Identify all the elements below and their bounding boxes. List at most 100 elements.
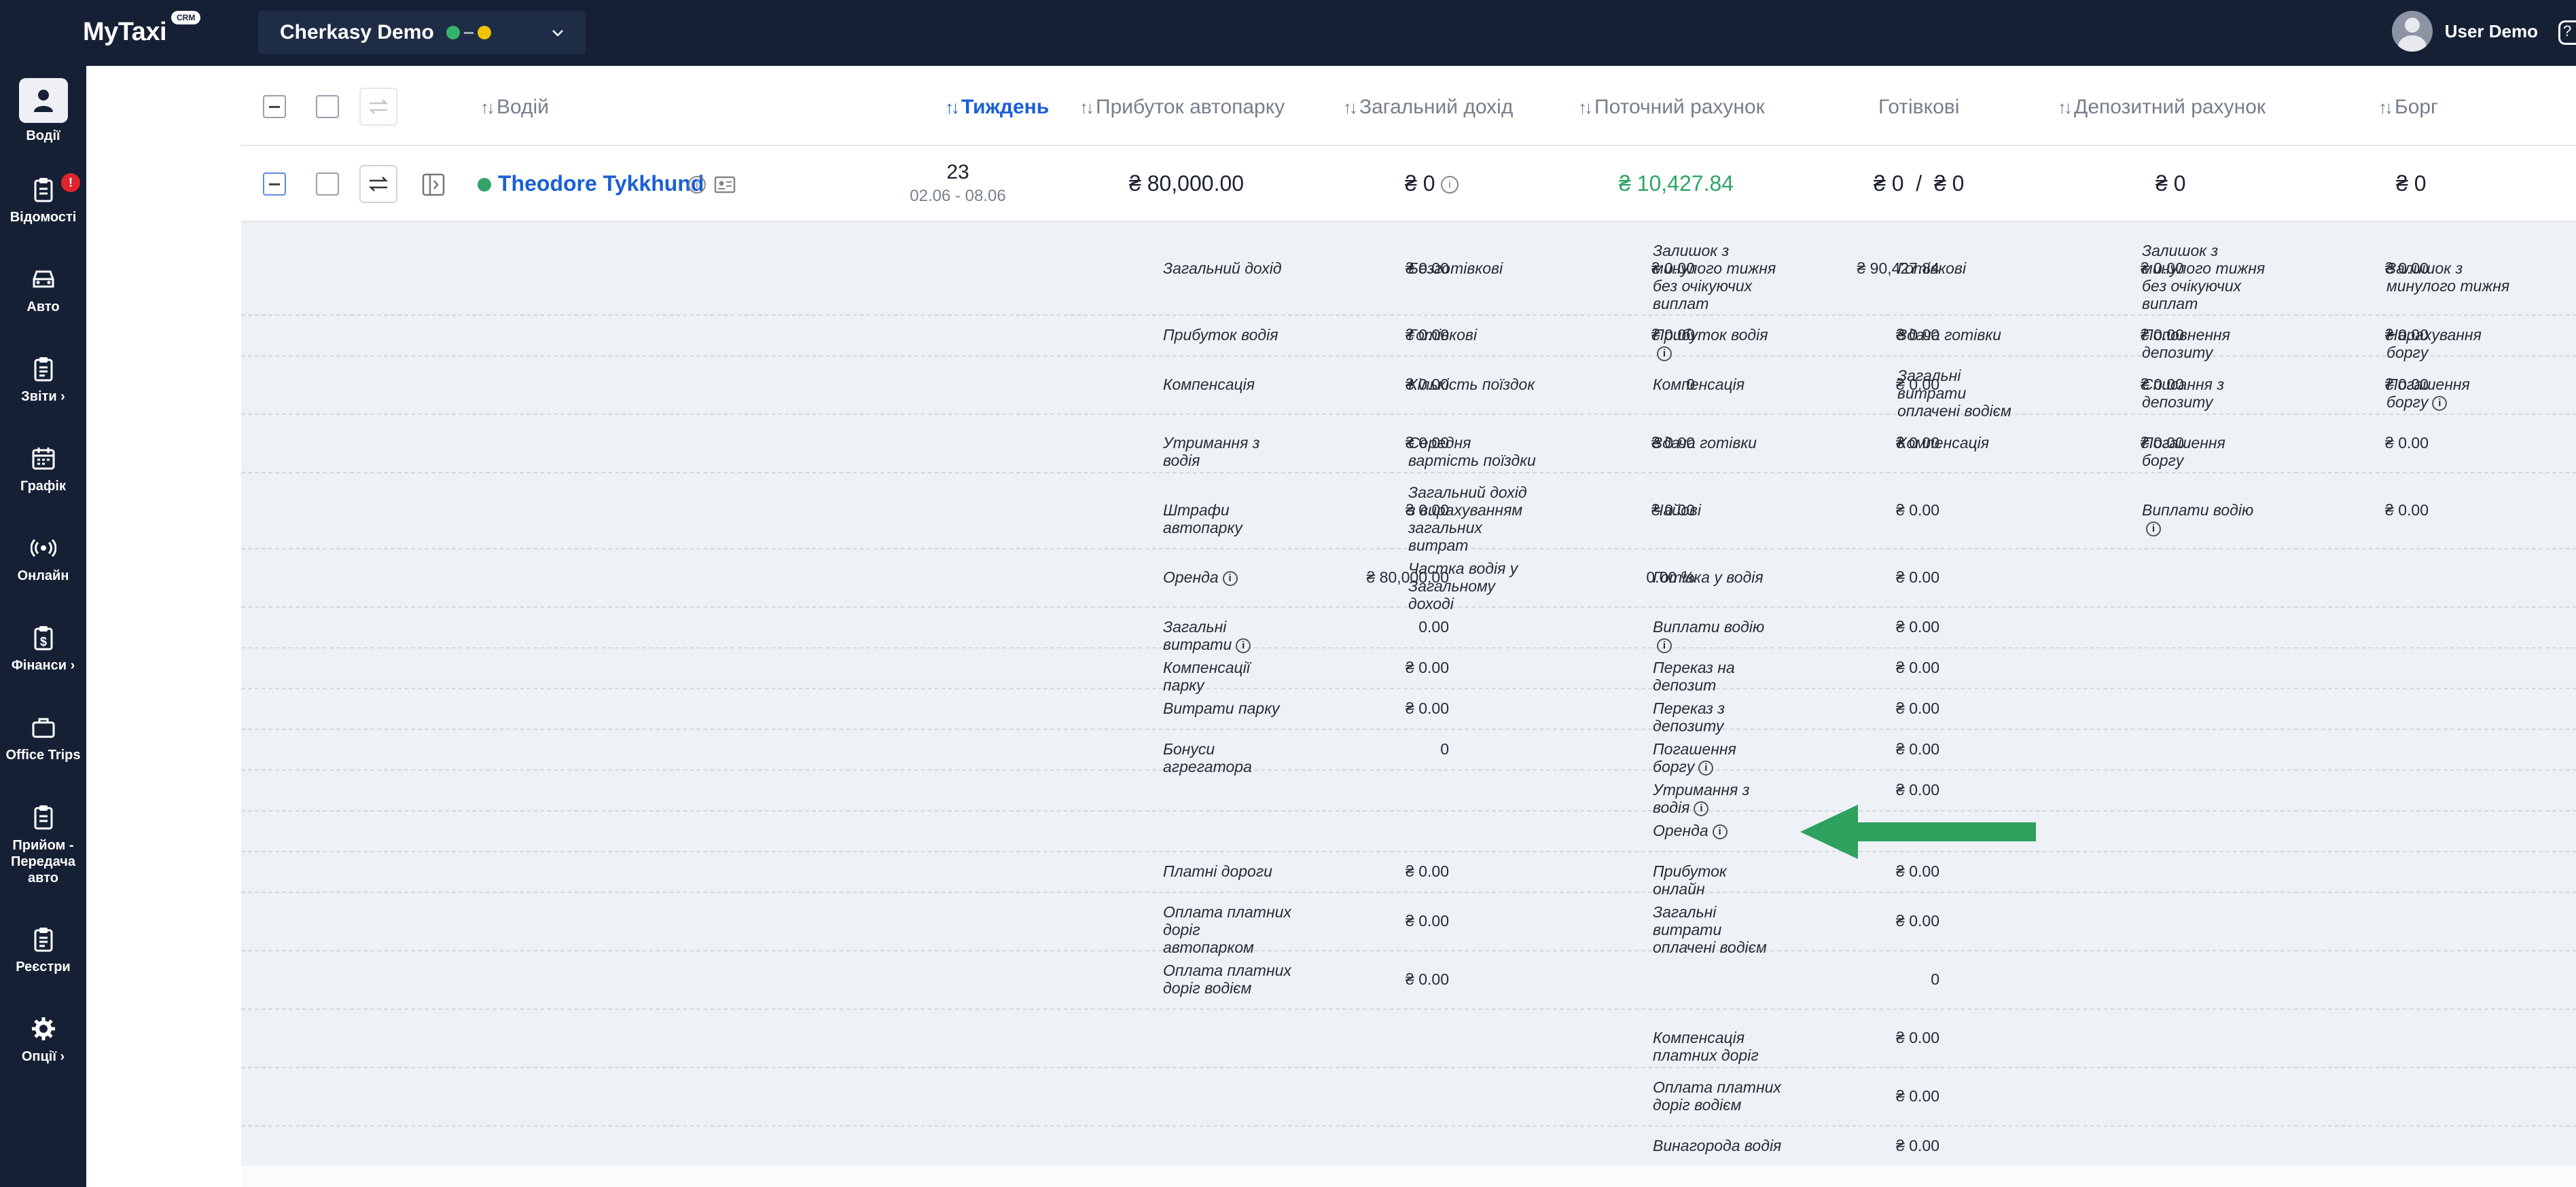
detail-label-text: Прибуток водія	[1163, 326, 1278, 344]
detail-label-text: Погашення боргу	[2142, 434, 2225, 469]
detail-label-text: Здача готівки	[1897, 326, 2001, 344]
park-selector[interactable]: Cherkasy Demo	[258, 11, 586, 54]
detail-value: ₴ 0.00	[2385, 501, 2429, 519]
detail-label-text: Виплати водію	[2142, 501, 2254, 519]
horizontal-scrollbar[interactable]	[241, 1166, 2576, 1187]
row-divider	[241, 1008, 2576, 1010]
transfer-button[interactable]	[359, 165, 397, 203]
clipboard-icon	[29, 175, 58, 204]
detail-label-text: Середня вартість поїздки	[1408, 434, 1536, 469]
top-bar: MyTaxi CRM Cherkasy Demo User Demo ?	[0, 0, 2576, 66]
user-menu[interactable]: User Demo	[2391, 11, 2538, 52]
row-divider	[241, 892, 2576, 893]
detail-value: ₴ 0.00	[1896, 1087, 1939, 1105]
sidebar-item-label: Онлайн	[17, 568, 69, 583]
detail-label-text: Готівкові	[1408, 326, 1478, 344]
sidebar-item-office-trips[interactable]: Office Trips	[0, 712, 86, 763]
sidebar-item-cars[interactable]: Авто	[0, 264, 86, 315]
detail-label-text: Погашення боргу	[2386, 376, 2470, 411]
detail-label: Компенсація	[1163, 376, 1292, 393]
car-icon	[29, 264, 58, 294]
info-icon[interactable]: i	[1657, 346, 1672, 361]
detail-value: ₴ 0.00	[1406, 912, 1449, 930]
row-select-checkbox[interactable]	[316, 172, 339, 196]
detail-value: ₴ 0.00	[1896, 699, 1939, 717]
detail-label: Оплата платних доріг водієм	[1163, 962, 1292, 997]
sidebar-item-options[interactable]: Опції ›	[0, 1014, 86, 1065]
detail-label: Штрафи автопарку	[1163, 501, 1292, 536]
sidebar-item-reports[interactable]: Звіти ›	[0, 354, 86, 405]
detail-label-text: Виплати водію	[1653, 618, 1765, 636]
detail-label: Залишок з минулого тижня	[2386, 259, 2516, 295]
detail-label: Виплати водію i	[1653, 618, 1782, 653]
detail-label-text: Оплата платних доріг водієм	[1163, 962, 1291, 997]
row-divider	[241, 1125, 2576, 1127]
detail-label-text: Переказ з депозиту	[1653, 699, 1725, 735]
select-all-checkbox[interactable]	[316, 95, 339, 118]
detail-label: Чайові	[1653, 501, 1782, 519]
sidebar-item-online[interactable]: Онлайн	[0, 533, 86, 584]
collapse-all-checkbox[interactable]	[263, 95, 286, 118]
id-card-icon[interactable]	[714, 176, 736, 194]
info-icon[interactable]: i	[1657, 638, 1672, 653]
detail-value: ₴ 0.00	[1896, 740, 1939, 758]
detail-value: ₴ 0.00	[2558, 326, 2576, 344]
column-header-park-profit[interactable]: ↑↓ Прибуток автопарку	[1079, 96, 1285, 119]
bulk-transfer-button[interactable]	[359, 88, 397, 126]
detail-value: 0	[1931, 970, 1939, 988]
column-header-total-income[interactable]: ↑↓ Загальний дохід	[1343, 96, 1513, 119]
collapse-row-checkbox[interactable]	[263, 172, 286, 196]
sidebar-item-schedule[interactable]: Графік	[0, 443, 86, 494]
info-icon[interactable]: i	[688, 176, 706, 194]
row-divider	[241, 851, 2576, 852]
detail-label: Середня вартість поїздки	[1408, 434, 1537, 469]
row-divider	[241, 769, 2576, 771]
detail-label: Прибуток онлайн	[1653, 862, 1782, 898]
detail-label: Компенсація	[1897, 434, 2026, 452]
deposit-value: ₴ 0	[2155, 171, 2186, 196]
info-icon[interactable]: i	[1698, 760, 1714, 775]
info-icon[interactable]: i	[1222, 570, 1238, 586]
detail-label: Компенсація платних доріг	[1653, 1029, 1782, 1064]
week-number: 23	[946, 161, 969, 183]
row-divider	[241, 729, 2576, 730]
info-icon[interactable]: i	[2146, 521, 2161, 536]
info-icon[interactable]: i	[2432, 395, 2448, 411]
detail-label: Платні дороги	[1163, 862, 1292, 880]
column-header-debt[interactable]: ↑↓ Борг	[2378, 96, 2438, 119]
detail-label: Оренда i	[1653, 822, 1782, 839]
detail-label-text: Компенсація	[1163, 376, 1255, 393]
app-logo[interactable]: MyTaxi	[83, 18, 167, 47]
detail-label: Здача готівки	[1897, 326, 2026, 344]
help-icon[interactable]: ?	[2558, 20, 2576, 45]
column-header-deposit[interactable]: ↑↓ Депозитний рахунок	[2058, 96, 2266, 119]
driver-name-link[interactable]: Theodore Tykkhund	[498, 171, 704, 196]
detail-label: Погашення боргу i	[2386, 376, 2516, 411]
sidebar-item-registries[interactable]: Реєстри	[0, 924, 86, 975]
column-header-driver[interactable]: ↑↓ Водій	[480, 96, 549, 119]
detail-label: Загальні витрати i	[1163, 618, 1292, 653]
row-divider	[241, 472, 2576, 473]
info-icon[interactable]: i	[1236, 638, 1251, 653]
sidebar-item-statements[interactable]: ! Відомості	[0, 173, 86, 225]
annotation-arrow-icon	[1800, 805, 2045, 859]
info-icon[interactable]: i	[1712, 824, 1728, 839]
sidebar-item-label: Опції ›	[21, 1049, 65, 1064]
sidebar-item-car-handover[interactable]: Прийом - Передача авто	[0, 802, 86, 886]
detail-label: Поповнення депозиту	[2142, 326, 2271, 361]
table-row[interactable]: Theodore Tykkhund i 23 02.06 - 08.06 ₴ 8…	[241, 146, 2576, 222]
info-icon[interactable]: i	[1694, 801, 1709, 816]
sidebar-item-drivers[interactable]: Водії	[0, 78, 86, 144]
detail-label-text: Кількість поїздок	[1408, 376, 1535, 393]
swap-icon	[368, 99, 389, 114]
side-panel-icon[interactable]	[422, 173, 445, 196]
info-icon[interactable]: i	[1441, 176, 1459, 194]
current-account-value[interactable]: ₴ 10,427.84	[1619, 171, 1734, 196]
column-header-current-account[interactable]: ↑↓ Поточний рахунок	[1578, 96, 1765, 119]
chevron-down-icon	[550, 26, 565, 41]
sidebar-item-label: Відомості	[10, 210, 77, 225]
detail-label: Залишок з минулого тижня без очікуючих в…	[2142, 242, 2271, 312]
detail-label: Витрати парку	[1163, 699, 1292, 717]
sidebar-item-finance[interactable]: $ Фінанси ›	[0, 623, 86, 674]
column-header-week[interactable]: ↑↓ Тиждень	[945, 96, 1049, 119]
